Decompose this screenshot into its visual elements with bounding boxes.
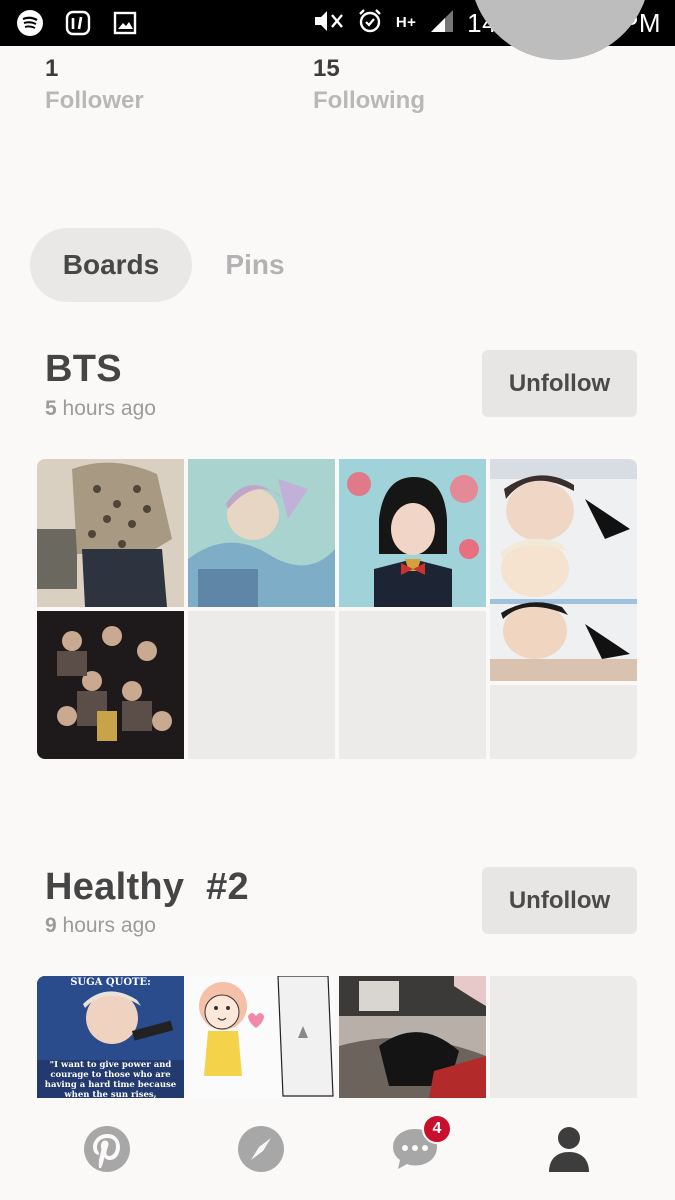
board-time-text: hours ago	[56, 914, 156, 937]
mute-icon	[311, 8, 345, 39]
bottom-navigation	[0, 1098, 675, 1200]
empty-pin-slot	[188, 611, 335, 759]
suga-quote-text: "I want to give power and courage to tho…	[44, 1060, 177, 1098]
followers-stat[interactable]: 1 Follower	[45, 55, 144, 119]
following-label: Following	[313, 87, 425, 114]
pin-thumbnail[interactable]	[188, 976, 335, 1098]
board-thumbnail-grid[interactable]	[37, 459, 637, 759]
unfollow-button[interactable]: Unfollow	[482, 350, 637, 417]
pinterest-home-icon[interactable]	[82, 1124, 132, 1174]
suga-quote-title: SUGA QUOTE:	[70, 977, 151, 988]
alarm-icon	[357, 8, 383, 39]
peace-hand-icon	[64, 9, 92, 42]
image-icon	[112, 10, 138, 41]
avatar[interactable]	[470, 0, 650, 60]
following-count: 15	[313, 55, 340, 82]
pin-thumbnail[interactable]	[339, 976, 486, 1098]
board-time-number: 9	[45, 914, 57, 937]
board-title[interactable]: BTS	[45, 348, 122, 391]
messages-badge: 4	[422, 1114, 452, 1144]
board-updated-time: 9 hours ago	[45, 914, 156, 938]
tab-boards[interactable]: Boards	[30, 228, 192, 302]
empty-pin-slot	[490, 976, 637, 1098]
pin-thumbnail[interactable]	[188, 459, 335, 607]
following-stat[interactable]: 15 Following	[313, 55, 425, 119]
followers-count: 1	[45, 55, 59, 82]
board-thumbnail-grid[interactable]: SUGA QUOTE: "I want to give power and co…	[37, 976, 637, 1098]
tab-pins[interactable]: Pins	[200, 228, 310, 302]
board-updated-time: 5 hours ago	[45, 397, 156, 421]
network-type: H+	[395, 14, 417, 31]
empty-pin-slot	[490, 685, 637, 759]
pin-thumbnail[interactable]	[37, 459, 184, 607]
empty-pin-slot	[339, 611, 486, 759]
explore-compass-icon[interactable]	[236, 1124, 286, 1174]
unfollow-button[interactable]: Unfollow	[482, 867, 637, 934]
board-time-number: 5	[45, 397, 57, 420]
pin-thumbnail[interactable]: SUGA QUOTE: "I want to give power and co…	[37, 976, 184, 1098]
board-time-text: hours ago	[56, 397, 156, 420]
signal-icon	[429, 8, 455, 39]
profile-person-icon[interactable]	[544, 1124, 594, 1174]
spotify-icon	[16, 9, 44, 42]
board-title[interactable]: Healthy #2	[45, 866, 249, 909]
pin-thumbnail[interactable]	[339, 459, 486, 607]
pin-thumbnail[interactable]	[37, 611, 184, 759]
pin-thumbnail[interactable]	[490, 459, 637, 681]
followers-label: Follower	[45, 87, 144, 114]
